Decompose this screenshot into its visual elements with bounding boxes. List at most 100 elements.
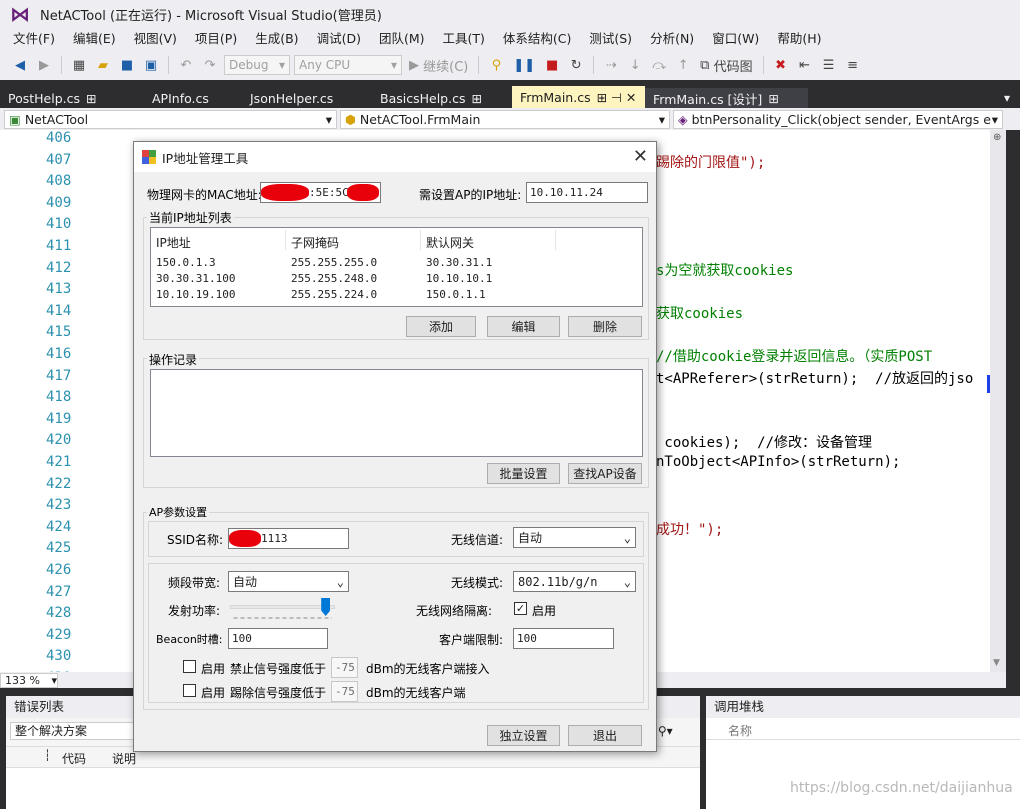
forward-icon[interactable]: ▶ <box>34 54 54 76</box>
pause-icon[interactable]: ❚❚ <box>510 54 538 76</box>
menu-help[interactable]: 帮助(H) <box>768 28 830 50</box>
open-folder-icon[interactable]: ▰ <box>93 54 113 76</box>
line-number: 415 <box>46 324 72 341</box>
platform-select[interactable]: Any CPU ▾ <box>294 55 402 75</box>
navigation-bar: ▣ NetACTool ▾ ⬢ NetACTool.FrmMain ▾ ◈ btnPers… <box>0 108 1020 130</box>
find-icon[interactable]: ⚲ <box>486 54 506 76</box>
align-icon[interactable]: ⇤ <box>795 54 815 76</box>
project-select[interactable]: ▣ NetACTool ▾ <box>4 109 337 129</box>
ap-ip-field[interactable]: 10.10.11.24 <box>526 182 648 203</box>
restart-icon[interactable]: ↻ <box>566 54 586 76</box>
line-number: 410 <box>46 216 72 233</box>
delete-button[interactable]: 删除 <box>568 316 642 337</box>
bandwidth-select[interactable]: 自动 ⌄ <box>228 571 349 592</box>
new-project-icon[interactable]: ▦ <box>69 54 89 76</box>
menu-tools[interactable]: 工具(T) <box>434 28 494 50</box>
line-number: 411 <box>46 238 72 254</box>
show-next-statement-icon[interactable]: ⇢ <box>601 54 621 76</box>
menu-edit[interactable]: 编辑(E) <box>64 28 125 50</box>
close-icon[interactable]: ✕ <box>633 146 648 167</box>
undo-icon[interactable]: ↶ <box>176 54 196 76</box>
breakpoint-icon[interactable]: ✖ <box>771 54 791 76</box>
continue-label: 继续(C) <box>423 59 469 75</box>
standalone-set-button[interactable]: 独立设置 <box>487 725 560 746</box>
redo-icon[interactable]: ↷ <box>200 54 220 76</box>
line-number: 423 <box>46 497 72 514</box>
ip-address-list[interactable]: IP地址 子网掩码 默认网关 150.0.1.3 255.255.255.0 30.… <box>150 227 643 307</box>
menu-window[interactable]: 窗口(W) <box>703 28 768 50</box>
column-subnet[interactable]: 子网掩码 <box>291 234 339 251</box>
zoom-select[interactable]: 133 % ▾ <box>0 672 58 688</box>
menu-debug[interactable]: 调试(D) <box>308 28 370 50</box>
stop-icon[interactable]: ■ <box>542 54 562 76</box>
search-icon[interactable]: ⚲ <box>658 724 667 738</box>
save-all-icon[interactable]: ▣ <box>141 54 161 76</box>
method-icon: ◈ <box>678 111 688 127</box>
split-icon[interactable]: ⊕ <box>993 132 1001 143</box>
class-select[interactable]: ⬢ NetACTool.FrmMain ▾ <box>340 109 670 129</box>
pin-icon[interactable]: ⊞ <box>471 91 481 106</box>
editor-vertical-scrollbar[interactable]: ⊕ ▼ <box>990 130 1006 672</box>
sort-icon[interactable]: ┆ <box>44 749 51 762</box>
step-over-icon[interactable]: ⤼ <box>649 54 669 76</box>
column-ip[interactable]: IP地址 <box>156 234 191 251</box>
kick-weak-checkbox[interactable] <box>183 684 196 697</box>
menu-view[interactable]: 视图(V) <box>125 28 186 50</box>
tab-overflow-chevron-icon[interactable]: ▾ <box>1004 88 1020 108</box>
menu-team[interactable]: 团队(M) <box>370 28 434 50</box>
menu-build[interactable]: 生成(B) <box>246 28 307 50</box>
edit-button[interactable]: 编辑 <box>487 316 560 337</box>
tab-close-icon[interactable]: ⊞ ⊣ ✕ <box>597 90 637 105</box>
member-select[interactable]: ◈ btnPersonality_Click(object sender, Eve… <box>673 109 1003 129</box>
tab-jsonhelper[interactable]: JsonHelper.cs <box>236 88 364 108</box>
menu-project[interactable]: 项目(P) <box>186 28 246 50</box>
isolation-checkbox[interactable]: ✓ <box>514 602 527 615</box>
power-slider[interactable] <box>230 598 335 620</box>
pin-icon[interactable]: ⊞ <box>768 91 778 106</box>
save-icon[interactable]: ■ <box>117 54 137 76</box>
toolbar-separator <box>762 56 764 74</box>
line-number: 427 <box>46 583 72 600</box>
format-icon[interactable]: ☰ <box>819 54 839 76</box>
continue-button[interactable]: ▶ 继续(C) <box>406 54 471 76</box>
code-line: 成功！"); <box>656 521 724 538</box>
menu-file[interactable]: 文件(F) <box>4 28 64 50</box>
comment-icon[interactable]: ≡ <box>843 54 863 76</box>
channel-select[interactable]: 自动 ⌄ <box>513 527 636 548</box>
ssid-field[interactable]: 1113 <box>228 528 349 549</box>
column-name[interactable]: 名称 <box>728 722 752 739</box>
step-out-icon[interactable]: ↑ <box>673 54 693 76</box>
mode-select[interactable]: 802.11b/g/n ⌄ <box>513 571 636 592</box>
deny-threshold-field[interactable]: -75 <box>331 657 358 678</box>
batch-set-button[interactable]: 批量设置 <box>487 463 560 484</box>
pin-icon[interactable]: ⊞ <box>86 91 96 106</box>
beacon-field[interactable]: 100 <box>228 628 328 649</box>
tab-frmmain[interactable]: FrmMain.cs ⊞ ⊣ ✕ <box>512 86 645 108</box>
column-description[interactable]: 说明 <box>112 750 136 767</box>
step-into-icon[interactable]: ↓ <box>625 54 645 76</box>
mac-field[interactable]: :5E:5C <box>260 182 381 203</box>
tab-apinfo[interactable]: APInfo.cs <box>132 88 236 108</box>
configuration-select[interactable]: Debug ▾ <box>224 55 290 75</box>
kick-threshold-field[interactable]: -75 <box>331 681 358 702</box>
toolbar-separator <box>478 56 480 74</box>
tab-posthelp[interactable]: PostHelp.cs ⊞ <box>0 88 132 108</box>
add-button[interactable]: 添加 <box>406 316 476 337</box>
exit-button[interactable]: 退出 <box>568 725 642 746</box>
client-limit-field[interactable]: 100 <box>513 628 614 649</box>
scroll-down-icon[interactable]: ▼ <box>993 658 1000 668</box>
column-code[interactable]: 代码 <box>62 750 86 767</box>
log-textarea[interactable] <box>150 369 643 457</box>
code-map-button[interactable]: ⧉ 代码图 <box>697 54 755 76</box>
menu-analyze[interactable]: 分析(N) <box>641 28 703 50</box>
back-icon[interactable]: ◀ <box>10 54 30 76</box>
menu-test[interactable]: 测试(S) <box>580 28 641 50</box>
deny-weak-checkbox[interactable] <box>183 660 196 673</box>
tab-basicshelp[interactable]: BasicsHelp.cs ⊞ <box>364 88 512 108</box>
find-ap-button[interactable]: 查找AP设备 <box>568 463 642 484</box>
line-number: 407 <box>46 151 72 168</box>
column-gateway[interactable]: 默认网关 <box>426 234 474 251</box>
slider-thumb[interactable] <box>321 598 331 616</box>
tab-frmmain-design[interactable]: FrmMain.cs [设计] ⊞ <box>645 88 808 108</box>
menu-architecture[interactable]: 体系结构(C) <box>494 28 580 50</box>
